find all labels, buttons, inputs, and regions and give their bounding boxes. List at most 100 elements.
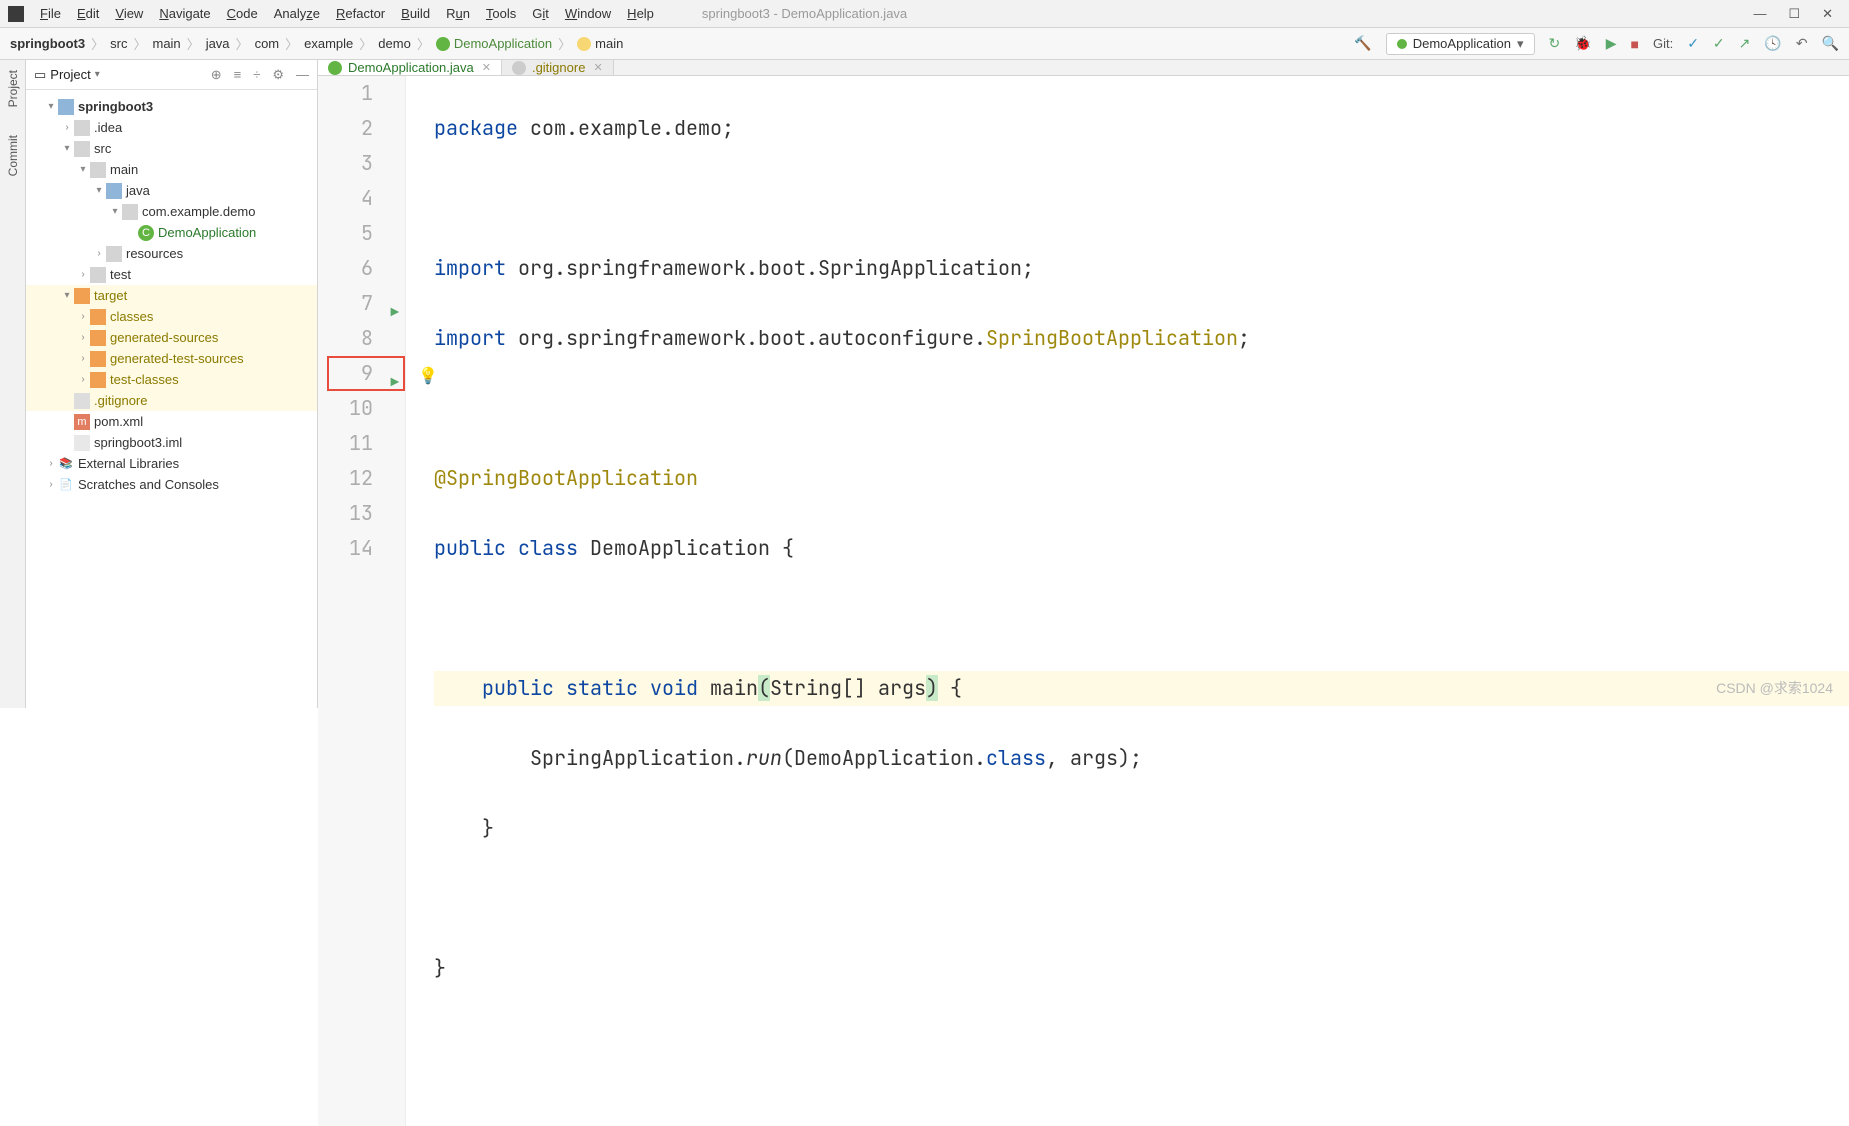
run-config-selector[interactable]: DemoApplication ▾ <box>1386 33 1535 55</box>
folder-icon <box>106 246 122 262</box>
scratch-icon: 📄 <box>58 477 74 493</box>
folder-icon <box>90 372 106 388</box>
code-area[interactable]: package com.example.demo; import org.spr… <box>406 76 1849 1126</box>
menu-refactor[interactable]: Refactor <box>328 0 393 28</box>
search-icon[interactable]: 🔍 <box>1822 35 1839 52</box>
package-icon <box>122 204 138 220</box>
tree-gensrc[interactable]: ›generated-sources <box>26 327 317 348</box>
app-logo-icon <box>8 6 24 22</box>
side-tab-commit[interactable]: Commit <box>6 135 20 176</box>
tree-app[interactable]: CDemoApplication <box>26 222 317 243</box>
tab-gitignore[interactable]: .gitignore ✕ <box>502 60 614 75</box>
tree-idea[interactable]: ›.idea <box>26 117 317 138</box>
tree-resources[interactable]: ›resources <box>26 243 317 264</box>
folder-icon <box>90 309 106 325</box>
folder-icon <box>90 267 106 283</box>
close-tab-icon[interactable]: ✕ <box>593 61 602 74</box>
menu-navigate[interactable]: Navigate <box>151 0 218 28</box>
tree-root[interactable]: ▾springboot3 <box>26 96 317 117</box>
folder-icon <box>106 183 122 199</box>
project-title[interactable]: Project <box>50 67 90 82</box>
tree-main[interactable]: ▾main <box>26 159 317 180</box>
maximize-icon[interactable]: ☐ <box>1788 6 1800 22</box>
folder-icon <box>90 162 106 178</box>
watermark: CSDN @求索1024 <box>1716 678 1833 698</box>
tree-src[interactable]: ▾src <box>26 138 317 159</box>
tree-testcls[interactable]: ›test-classes <box>26 369 317 390</box>
menu-build[interactable]: Build <box>393 0 438 28</box>
close-tab-icon[interactable]: ✕ <box>482 61 491 74</box>
chevron-down-icon: ▾ <box>1517 36 1524 52</box>
collapse-icon[interactable]: ÷ <box>253 67 260 83</box>
folder-icon <box>90 351 106 367</box>
git-update-icon[interactable]: ✓ <box>1687 35 1699 52</box>
tree-gentsrc[interactable]: ›generated-test-sources <box>26 348 317 369</box>
run-gutter-icon[interactable]: ▶ <box>391 296 399 331</box>
menu-help[interactable]: Help <box>619 0 662 28</box>
close-icon[interactable]: ✕ <box>1822 6 1833 22</box>
locate-icon[interactable]: ⊕ <box>211 67 222 83</box>
menu-analyze[interactable]: Analyze <box>266 0 328 28</box>
gear-icon[interactable]: ⚙ <box>272 67 284 83</box>
menu-code[interactable]: Code <box>219 0 266 28</box>
class-icon: C <box>138 225 154 241</box>
gutter[interactable]: 123456 7▶ 8 9▶ 1011121314 <box>318 76 406 1126</box>
build-icon[interactable]: 🔨 <box>1354 35 1371 52</box>
project-tree[interactable]: ▾springboot3 ›.idea ▾src ▾main ▾java ▾co… <box>26 90 317 501</box>
git-history-icon[interactable]: 🕓 <box>1764 35 1781 52</box>
tree-gitignore[interactable]: .gitignore <box>26 390 317 411</box>
coverage-icon[interactable]: ▶ <box>1606 35 1617 52</box>
tree-target[interactable]: ▾target <box>26 285 317 306</box>
method-icon <box>577 37 591 51</box>
tree-iml[interactable]: springboot3.iml <box>26 432 317 453</box>
tree-pkg[interactable]: ▾com.example.demo <box>26 201 317 222</box>
git-push-icon[interactable]: ↗ <box>1739 35 1751 52</box>
hide-icon[interactable]: — <box>296 67 309 83</box>
menu-file[interactable]: File <box>32 0 69 28</box>
tree-test[interactable]: ›test <box>26 264 317 285</box>
menu-edit[interactable]: Edit <box>69 0 107 28</box>
git-commit-icon[interactable]: ✓ <box>1713 35 1725 52</box>
intention-bulb-icon[interactable]: 💡 <box>418 358 438 393</box>
tree-classes[interactable]: ›classes <box>26 306 317 327</box>
class-icon <box>328 61 342 75</box>
git-rollback-icon[interactable]: ↶ <box>1796 35 1808 52</box>
stop-icon[interactable]: ■ <box>1630 36 1638 52</box>
code-editor[interactable]: 123456 7▶ 8 9▶ 1011121314 💡 package com.… <box>318 76 1849 1126</box>
run-icon[interactable]: ↻ <box>1549 35 1561 52</box>
menubar: File Edit View Navigate Code Analyze Ref… <box>0 0 1849 28</box>
menu-view[interactable]: View <box>107 0 151 28</box>
project-panel: ▭ Project ▾ ⊕ ≡ ÷ ⚙ — ▾springboot3 ›.ide… <box>26 60 318 708</box>
menu-run[interactable]: Run <box>438 0 478 28</box>
chevron-down-icon[interactable]: ▾ <box>95 69 100 80</box>
run-gutter-icon[interactable]: ▶ <box>391 366 399 401</box>
tree-pom[interactable]: mpom.xml <box>26 411 317 432</box>
breadcrumb[interactable]: springboot3 〉src 〉main 〉java 〉com 〉examp… <box>10 34 623 53</box>
expand-icon[interactable]: ≡ <box>234 67 242 83</box>
tree-extlib[interactable]: ›📚External Libraries <box>26 453 317 474</box>
crumb-root[interactable]: springboot3 <box>10 36 85 51</box>
project-pane-icon: ▭ <box>34 67 46 83</box>
minimize-icon[interactable]: — <box>1753 6 1766 22</box>
debug-icon[interactable]: 🐞 <box>1574 35 1591 52</box>
tree-scratch[interactable]: ›📄Scratches and Consoles <box>26 474 317 495</box>
folder-icon <box>58 99 74 115</box>
left-toolwindow-bar: Project Commit <box>0 60 26 708</box>
navbar: springboot3 〉src 〉main 〉java 〉com 〉examp… <box>0 28 1849 60</box>
window-title: springboot3 - DemoApplication.java <box>702 6 907 21</box>
folder-icon <box>74 120 90 136</box>
editor: DemoApplication.java ✕ .gitignore ✕ 1234… <box>318 60 1849 708</box>
menu-git[interactable]: Git <box>524 0 557 28</box>
folder-icon <box>74 288 90 304</box>
library-icon: 📚 <box>58 456 74 472</box>
class-icon <box>436 37 450 51</box>
tab-demoapplication[interactable]: DemoApplication.java ✕ <box>318 60 502 75</box>
menu-tools[interactable]: Tools <box>478 0 524 28</box>
side-tab-project[interactable]: Project <box>6 70 20 107</box>
maven-icon: m <box>74 414 90 430</box>
tree-java[interactable]: ▾java <box>26 180 317 201</box>
menu-window[interactable]: Window <box>557 0 619 28</box>
file-icon <box>74 435 90 451</box>
file-icon <box>74 393 90 409</box>
run-config-icon <box>1397 39 1407 49</box>
